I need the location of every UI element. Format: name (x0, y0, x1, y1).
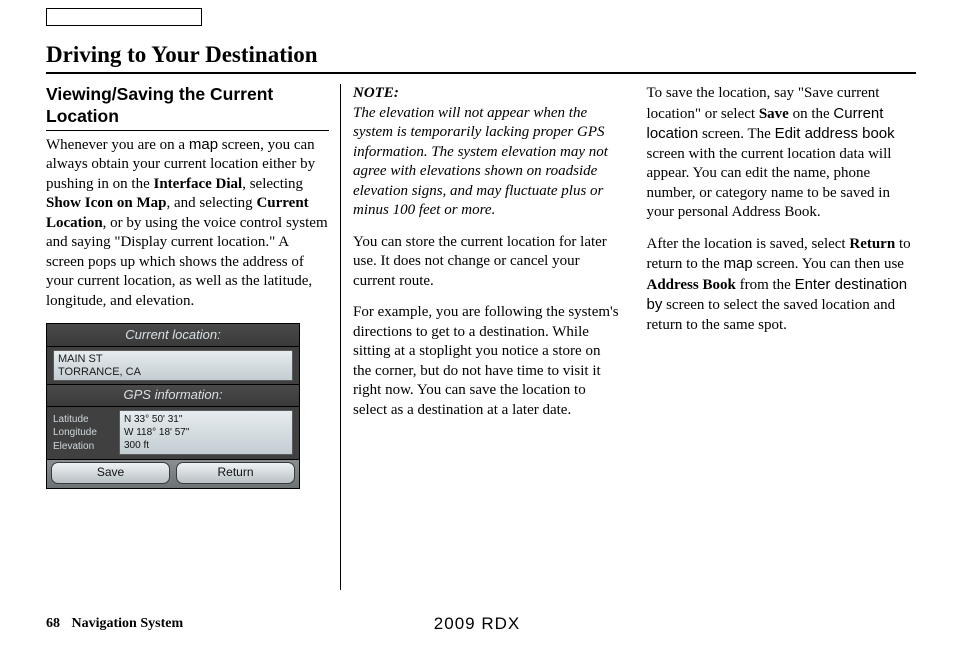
nav-save-button[interactable]: Save (51, 462, 170, 484)
label-longitude: Longitude (53, 426, 119, 439)
address-book-term: Address Book (647, 277, 736, 293)
text: screen to select the saved location and … (647, 297, 896, 333)
section-rule (46, 130, 329, 131)
column-1: Viewing/Saving the Current Location When… (46, 84, 329, 489)
value-longitude: W 118° 18' 57" (124, 426, 288, 439)
value-latitude: N 33° 50' 31" (124, 413, 288, 426)
text: on the (789, 106, 834, 122)
model-year: 2009 RDX (0, 614, 954, 634)
column-3: To save the location, say "Save current … (647, 84, 917, 489)
note-block: NOTE: The elevation will not appear when… (353, 84, 623, 221)
text: screen with the current location data wi… (647, 146, 892, 221)
text: , selecting (242, 176, 303, 192)
nav-gps-row: Latitude Longitude Elevation N 33° 50' 3… (47, 410, 299, 455)
nav-current-location-title: Current location: (47, 324, 299, 347)
section-heading: Viewing/Saving the Current Location (46, 84, 329, 128)
top-empty-box (46, 8, 202, 26)
nav-screen-illustration: Current location: MAIN ST TORRANCE, CA G… (46, 323, 300, 489)
text: Whenever you are on a (46, 137, 189, 153)
return-term: Return (849, 236, 895, 252)
nav-address-field: MAIN ST TORRANCE, CA (53, 350, 293, 381)
page-title: Driving to Your Destination (46, 32, 916, 74)
save-term: Save (759, 106, 789, 122)
col1-para1: Whenever you are on a map screen, you ca… (46, 135, 329, 312)
column-2: NOTE: The elevation will not appear when… (353, 84, 623, 489)
note-text: The elevation will not appear when the s… (353, 105, 608, 219)
text: screen. The (698, 126, 774, 142)
text: screen. You can then use (753, 256, 904, 272)
nav-gps-values: N 33° 50' 31" W 118° 18' 57" 300 ft (119, 410, 293, 455)
map-screen-term: map (724, 255, 753, 272)
col3-para2: After the location is saved, select Retu… (647, 235, 917, 336)
col2-para2: You can store the current location for l… (353, 233, 623, 292)
text: from the (736, 277, 795, 293)
note-label: NOTE: (353, 85, 399, 101)
nav-gps-title: GPS information: (47, 384, 299, 407)
content-columns: Viewing/Saving the Current Location When… (46, 84, 916, 489)
col2-para3: For example, you are following the syste… (353, 303, 623, 420)
nav-gps-labels: Latitude Longitude Elevation (53, 410, 119, 455)
col3-para1: To save the location, say "Save current … (647, 84, 917, 223)
nav-address-line1: MAIN ST (58, 353, 288, 366)
show-icon-term: Show Icon on Map (46, 195, 166, 211)
map-term: map (189, 136, 218, 153)
interface-dial-term: Interface Dial (154, 176, 243, 192)
label-elevation: Elevation (53, 440, 119, 453)
value-elevation: 300 ft (124, 439, 288, 452)
text: After the location is saved, select (647, 236, 850, 252)
text: , and selecting (166, 195, 256, 211)
edit-address-book-term: Edit address book (775, 125, 895, 142)
nav-return-button[interactable]: Return (176, 462, 295, 484)
label-latitude: Latitude (53, 413, 119, 426)
nav-button-bar: Save Return (47, 459, 299, 488)
column-divider-1 (340, 84, 341, 590)
nav-address-line2: TORRANCE, CA (58, 366, 288, 379)
